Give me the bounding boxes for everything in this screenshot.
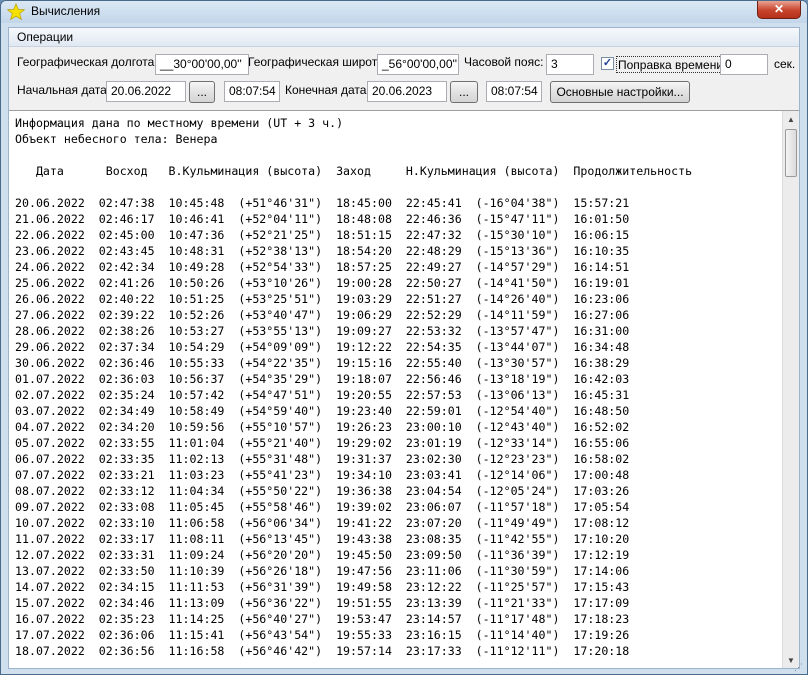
time-correction-label[interactable]: Поправка времени <box>616 56 727 73</box>
latitude-input[interactable]: _56°00'00,00'' <box>377 54 459 75</box>
table-row: 08.07.2022 02:33:12 11:04:34 (+55°50'22"… <box>15 484 630 498</box>
table-row: 29.06.2022 02:37:34 10:54:29 (+54°09'09"… <box>15 340 630 354</box>
scroll-thumb[interactable] <box>785 129 797 177</box>
table-row: 23.06.2022 02:43:45 10:48:31 (+52°38'13"… <box>15 244 630 258</box>
table-row: 13.07.2022 02:33:50 11:10:39 (+56°26'18"… <box>15 564 630 578</box>
end-date-label: Конечная дата: <box>285 83 370 97</box>
timezone-label: Часовой пояс: <box>464 55 544 69</box>
checkbox-check-icon[interactable]: ✓ <box>601 57 614 70</box>
table-row <box>15 179 785 195</box>
table-header: Дата Восход В.Кульминация (высота) Заход… <box>15 164 693 178</box>
start-date-label: Начальная дата: <box>17 83 111 97</box>
table-row: 27.06.2022 02:39:22 10:52:26 (+53°40'47"… <box>15 308 630 322</box>
timezone-input[interactable]: 3 <box>546 54 594 75</box>
table-row: 24.06.2022 02:42:34 10:49:28 (+52°54'33"… <box>15 260 630 274</box>
end-date-input[interactable]: 20.06.2023 <box>367 81 447 102</box>
table-row: 21.06.2022 02:46:17 10:46:41 (+52°04'11"… <box>15 212 630 226</box>
table-row: 09.07.2022 02:33:08 11:05:45 (+55°58'46"… <box>15 500 630 514</box>
vertical-scrollbar[interactable]: ▲ ▼ <box>782 111 799 668</box>
close-button[interactable]: ✕ <box>757 1 801 19</box>
menu-operations[interactable]: Операции <box>17 30 73 44</box>
table-row: 28.06.2022 02:38:26 10:53:27 (+53°55'13"… <box>15 324 630 338</box>
table-row: 20.06.2022 02:47:38 10:45:48 (+51°46'31"… <box>15 196 630 210</box>
table-row: 17.07.2022 02:36:06 11:15:41 (+56°43'54"… <box>15 628 630 642</box>
resize-grip-icon[interactable]: ⋰ <box>794 662 804 672</box>
table-row: 22.06.2022 02:45:00 10:47:36 (+52°21'25"… <box>15 228 630 242</box>
longitude-label: Географическая долгота: <box>17 55 158 69</box>
star-icon <box>7 3 25 21</box>
table-row: 01.07.2022 02:36:03 10:56:37 (+54°35'29"… <box>15 372 630 386</box>
title-bar[interactable]: Вычисления ✕ <box>1 1 807 23</box>
start-date-input[interactable]: 20.06.2022 <box>106 81 186 102</box>
table-row <box>15 147 785 163</box>
table-row: 03.07.2022 02:34:49 10:58:49 (+54°59'40"… <box>15 404 630 418</box>
arrow-up-icon[interactable]: ▲ <box>783 111 799 128</box>
end-time-input[interactable]: 08:07:54 <box>486 81 542 102</box>
table-row: 02.07.2022 02:35:24 10:57:42 (+54°47'51"… <box>15 388 630 402</box>
end-date-browse-button[interactable]: ... <box>450 81 478 103</box>
window-title: Вычисления <box>31 4 101 18</box>
longitude-input[interactable]: __30°00'00,00'' <box>155 54 249 75</box>
latitude-label: Географическая широта: <box>248 55 388 69</box>
client-area: Операции Географическая долгота: __30°00… <box>8 27 800 669</box>
table-row: 15.07.2022 02:34:46 11:13:09 (+56°36'22"… <box>15 596 630 610</box>
app-window: Вычисления ✕ Операции Географическая дол… <box>0 0 808 675</box>
table-row: 16.07.2022 02:35:23 11:14:25 (+56°40'27"… <box>15 612 630 626</box>
table-row: 10.07.2022 02:33:10 11:06:58 (+56°06'34"… <box>15 516 630 530</box>
table-row: 14.07.2022 02:34:15 11:11:53 (+56°31'39"… <box>15 580 630 594</box>
time-correction-input[interactable]: 0 <box>720 54 768 75</box>
start-date-browse-button[interactable]: ... <box>189 81 215 103</box>
table-row: 26.06.2022 02:40:22 10:51:25 (+53°25'51"… <box>15 292 630 306</box>
menu-bar: Операции <box>9 28 799 47</box>
table-row: 05.07.2022 02:33:55 11:01:04 (+55°21'40"… <box>15 436 630 450</box>
table-row: 12.07.2022 02:33:31 11:09:24 (+56°20'20"… <box>15 548 630 562</box>
info-line: Информация дана по местному времени (UT … <box>15 116 344 130</box>
close-icon: ✕ <box>773 2 785 16</box>
table-row: 18.07.2022 02:36:56 11:16:58 (+56°46'42"… <box>15 644 630 658</box>
seconds-label: сек. <box>774 57 796 71</box>
table-row: 04.07.2022 02:34:20 10:59:56 (+55°10'57"… <box>15 420 630 434</box>
start-time-input[interactable]: 08:07:54 <box>224 81 280 102</box>
table-row: 06.07.2022 02:33:35 11:02:13 (+55°31'48"… <box>15 452 630 466</box>
results-text[interactable]: Информация дана по местному времени (UT … <box>15 115 785 667</box>
table-row: 07.07.2022 02:33:21 11:03:23 (+55°41'23"… <box>15 468 630 482</box>
table-row: 11.07.2022 02:33:17 11:08:11 (+56°13'45"… <box>15 532 630 546</box>
main-settings-button[interactable]: Основные настройки... <box>550 81 690 103</box>
table-row: 30.06.2022 02:36:46 10:55:33 (+54°22'35"… <box>15 356 630 370</box>
table-row: 25.06.2022 02:41:26 10:50:26 (+53°10'26"… <box>15 276 630 290</box>
info-line: Объект небесного тела: Венера <box>15 132 218 146</box>
results-output[interactable]: Информация дана по местному времени (UT … <box>9 110 799 668</box>
